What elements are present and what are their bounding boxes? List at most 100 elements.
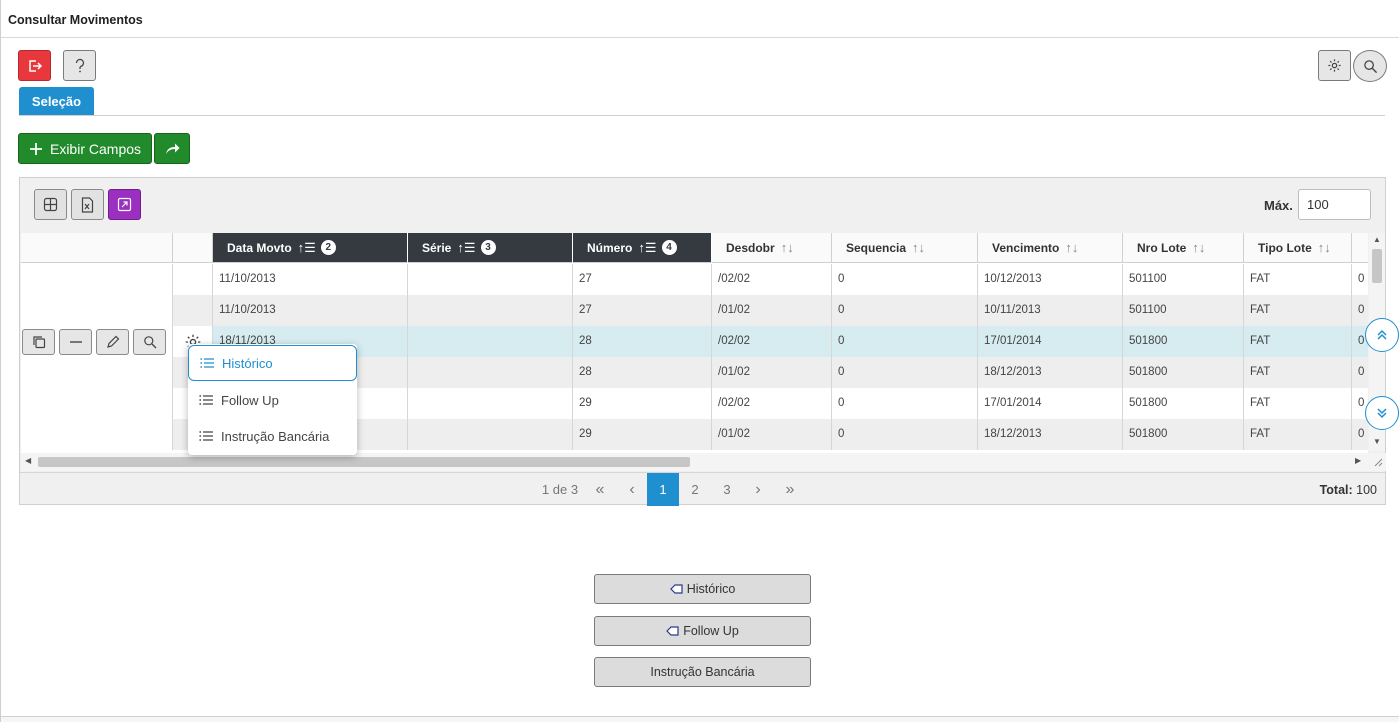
- column-header-desdobr[interactable]: Desdobr ↑↓: [712, 233, 832, 263]
- last-page-button[interactable]: »: [776, 473, 804, 506]
- max-input[interactable]: [1298, 189, 1371, 220]
- cell-numero: 28: [573, 357, 712, 388]
- delete-button[interactable]: [59, 329, 92, 355]
- page-info: 1 de 3: [541, 482, 579, 497]
- scroll-left-arrow-icon[interactable]: ◀: [25, 456, 31, 465]
- table-row[interactable]: 11/10/2013 27 /02/02 0 10/12/2013 501100…: [21, 264, 1368, 295]
- row-data: 11/10/2013 27 /01/02 0 10/11/2013 501100…: [173, 295, 1368, 326]
- page-2-button[interactable]: 2: [680, 473, 710, 506]
- search-button[interactable]: [1353, 50, 1387, 82]
- column-header-vencimento[interactable]: Vencimento ↑↓: [978, 233, 1123, 263]
- question-icon: [75, 58, 84, 72]
- scroll-down-arrow-icon[interactable]: ▼: [1373, 437, 1381, 446]
- menu-item-follow-up[interactable]: Follow Up: [188, 382, 357, 418]
- column-header-tipo-lote[interactable]: Tipo Lote ↑↓: [1244, 233, 1352, 263]
- follow-up-button-label: Follow Up: [683, 624, 739, 638]
- column-header-serie[interactable]: Série ↑☰ 3: [408, 233, 573, 263]
- tag-icon: [666, 626, 679, 636]
- share-button[interactable]: [154, 133, 190, 164]
- scroll-up-arrow-icon[interactable]: ▲: [1373, 235, 1381, 244]
- tag-icon: [669, 584, 683, 594]
- settings-button[interactable]: [1318, 50, 1351, 81]
- horizontal-scroll-thumb[interactable]: [38, 457, 690, 467]
- cell-nro-lote: 501100: [1123, 295, 1244, 326]
- expand-grid-button[interactable]: [108, 189, 141, 220]
- cell-numero: 27: [573, 295, 712, 326]
- sort-asc-icon: ↑☰: [297, 239, 316, 255]
- minus-icon: [69, 341, 82, 343]
- cell-vencimento: 18/12/2013: [978, 419, 1123, 450]
- follow-up-button[interactable]: Follow Up: [594, 616, 811, 646]
- page-3-button[interactable]: 3: [712, 473, 742, 506]
- cell-sequencia: 0: [832, 388, 978, 419]
- pencil-icon: [106, 335, 119, 348]
- next-page-button[interactable]: ›: [744, 473, 772, 506]
- column-header-extra[interactable]: [1352, 233, 1368, 263]
- grid-layout-button[interactable]: [34, 189, 67, 220]
- cell-nro-lote: 501800: [1123, 357, 1244, 388]
- scroll-down-button[interactable]: [1365, 396, 1399, 430]
- column-header-numero[interactable]: Número ↑☰ 4: [573, 233, 712, 263]
- cell-data-movto: 11/10/2013: [213, 295, 408, 326]
- copy-icon: [32, 336, 45, 349]
- cell-vencimento: 18/12/2013: [978, 357, 1123, 388]
- double-chevron-up-icon: [1377, 329, 1387, 340]
- page-1-button[interactable]: 1: [647, 473, 679, 506]
- column-label: Número: [587, 240, 633, 255]
- view-button[interactable]: [133, 329, 166, 355]
- cell-extra: 0: [1352, 419, 1368, 450]
- copy-button[interactable]: [22, 329, 55, 355]
- row-data: 11/10/2013 27 /02/02 0 10/12/2013 501100…: [173, 264, 1368, 295]
- header-blank-2: [173, 233, 213, 263]
- historico-button-label: Histórico: [686, 582, 736, 596]
- edit-button[interactable]: [96, 329, 129, 355]
- prev-page-button[interactable]: ‹: [618, 473, 646, 506]
- horizontal-scrollbar[interactable]: ◀ ▶: [21, 453, 1386, 471]
- resize-grip-icon[interactable]: [1373, 457, 1383, 467]
- cell-tipo-lote: FAT: [1244, 295, 1352, 326]
- list-icon: [199, 395, 213, 405]
- exibir-campos-button[interactable]: Exibir Campos: [18, 133, 152, 164]
- cell-extra: 0: [1352, 264, 1368, 295]
- cell-serie: [408, 357, 573, 388]
- cell-desdobr: /01/02: [712, 295, 832, 326]
- instrucao-bancaria-button[interactable]: Instrução Bancária: [594, 657, 811, 687]
- expand-icon: [117, 197, 132, 212]
- sort-both-icon: ↑↓: [1192, 240, 1206, 255]
- cell-tipo-lote: FAT: [1244, 357, 1352, 388]
- help-button[interactable]: [63, 50, 96, 81]
- cell-vencimento: 10/12/2013: [978, 264, 1123, 295]
- grid-panel: Máx. Data Movto ↑☰ 2 Série ↑☰ 3 Número ↑…: [19, 177, 1386, 506]
- historico-button[interactable]: Histórico: [594, 574, 811, 604]
- total-count: Total: 100: [1320, 483, 1377, 497]
- cell-sequencia: 0: [832, 295, 978, 326]
- window-title: Consultar Movimentos: [8, 13, 143, 27]
- sort-both-icon: ↑↓: [780, 240, 794, 255]
- column-header-nro-lote[interactable]: Nro Lote ↑↓: [1123, 233, 1244, 263]
- cell-numero: 29: [573, 419, 712, 450]
- row-menu-cell: [173, 264, 213, 295]
- pagination: 1 de 3 « ‹ 1 2 3 › » Total: 100: [20, 472, 1385, 506]
- tab-selecao[interactable]: Seleção: [19, 87, 94, 115]
- row-actions-cell: [21, 419, 173, 450]
- scroll-up-button[interactable]: [1365, 318, 1399, 352]
- table-row[interactable]: 11/10/2013 27 /01/02 0 10/11/2013 501100…: [21, 295, 1368, 326]
- exit-button[interactable]: [18, 50, 51, 81]
- cell-serie: [408, 326, 573, 357]
- sort-order-badge: 3: [480, 240, 496, 255]
- row-context-menu: Histórico Follow Up Instrução Bancária: [188, 344, 357, 455]
- search-icon: [143, 336, 156, 349]
- column-header-data-movto[interactable]: Data Movto ↑☰ 2: [213, 233, 408, 263]
- row-actions-cell: [21, 326, 173, 357]
- first-page-button[interactable]: «: [586, 473, 614, 506]
- scroll-right-arrow-icon[interactable]: ▶: [1355, 456, 1361, 465]
- column-header-sequencia[interactable]: Sequencia ↑↓: [832, 233, 978, 263]
- menu-item-instrucao-bancaria[interactable]: Instrução Bancária: [188, 418, 357, 454]
- excel-file-icon: [81, 196, 94, 213]
- cell-tipo-lote: FAT: [1244, 419, 1352, 450]
- vertical-scroll-thumb[interactable]: [1372, 249, 1382, 283]
- menu-item-historico[interactable]: Histórico: [188, 345, 357, 381]
- cell-numero: 27: [573, 264, 712, 295]
- export-excel-button[interactable]: [71, 189, 104, 220]
- cell-nro-lote: 501100: [1123, 264, 1244, 295]
